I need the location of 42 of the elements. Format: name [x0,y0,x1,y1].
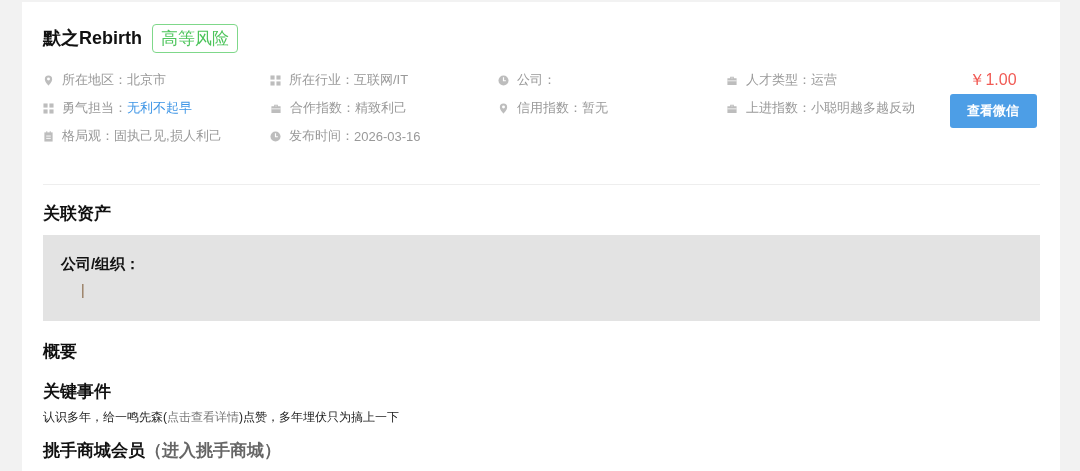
info-value: 固执己见,损人利己 [114,127,222,145]
briefcase-icon [270,102,282,114]
view-wechat-button[interactable]: 查看微信 [949,94,1037,128]
clock-icon [270,130,281,142]
location-pin-icon [498,102,509,114]
info-label: 勇气担当： [62,99,127,117]
info-label: 信用指数： [517,99,582,117]
risk-tag: 高等风险 [152,23,238,53]
info-label: 格局观： [62,127,114,145]
info-value: 2026-03-16 [354,128,421,144]
event-text: 认识多年，给一鸣先森(点击查看详情)点赞，多年埋伏只为搞上一下 [43,409,400,426]
details-link[interactable]: 点击查看详情 [167,410,239,424]
info-value: 运营 [811,71,837,89]
grid-icon [43,102,54,114]
section-heading: 关联资产 [43,203,112,225]
info-value: 精致利己 [355,99,407,117]
clock-icon [498,74,509,86]
grid-icon [270,74,281,86]
info-label: 公司： [517,71,556,89]
info-label: 所在行业： [289,71,354,89]
profile-name: 默之Rebirth [43,27,142,50]
location-pin-icon [43,74,54,86]
section-heading: 挑手商城会员（进入挑手商城） [43,440,282,462]
price: ￥1.00 [969,70,1017,90]
info-value: 北京市 [127,71,166,89]
info-label: 人才类型： [746,71,811,89]
info-value: 互联网/IT [354,71,409,89]
info-label: 上进指数： [746,99,811,117]
info-label: 所在地区： [62,71,127,89]
asset-value: | [81,282,85,298]
asset-label: 公司/组织： [61,255,141,274]
mall-link[interactable]: （进入挑手商城） [145,441,281,460]
briefcase-icon [726,102,738,114]
info-value: 暂无 [582,99,608,117]
info-label: 合作指数： [290,99,355,117]
briefcase-icon [726,74,738,86]
section-heading: 概要 [43,341,78,363]
info-label: 发布时间： [289,127,354,145]
info-value: 无利不起早 [127,99,192,117]
calendar-icon [43,130,54,142]
section-heading: 关键事件 [43,381,112,403]
info-value: 小聪明越多越反动 [811,99,915,117]
